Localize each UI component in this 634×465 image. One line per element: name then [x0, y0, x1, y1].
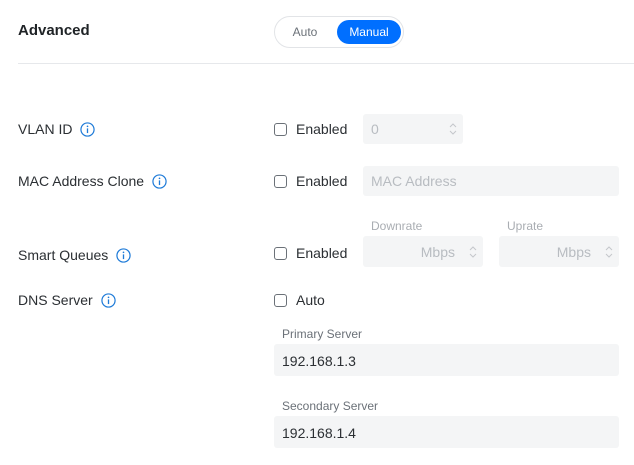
- uprate-input[interactable]: Mbps: [499, 236, 619, 267]
- mode-toggle: Auto Manual: [274, 16, 404, 48]
- mode-auto-button[interactable]: Auto: [279, 20, 331, 44]
- smart-queues-label: Smart Queues: [18, 247, 131, 263]
- header-divider: [18, 63, 634, 64]
- downrate-label: Downrate: [371, 219, 423, 233]
- spinner-arrows-icon[interactable]: [469, 245, 477, 259]
- info-circle-icon[interactable]: [116, 247, 131, 263]
- uprate-unit: Mbps: [556, 244, 591, 260]
- smart-queues-enabled-checkbox[interactable]: [274, 246, 287, 260]
- mode-manual-button[interactable]: Manual: [337, 20, 401, 44]
- dns-server-label-text: DNS Server: [18, 292, 93, 308]
- mac-enabled-row: Enabled: [274, 173, 347, 189]
- primary-server-value: 192.168.1.3: [282, 353, 356, 369]
- vlan-id-input[interactable]: 0: [363, 114, 463, 144]
- secondary-server-input[interactable]: 192.168.1.4: [274, 416, 619, 448]
- dns-auto-label: Auto: [296, 292, 325, 308]
- section-title: Advanced: [18, 22, 90, 39]
- dns-server-label: DNS Server: [18, 292, 116, 308]
- spinner-arrows-icon[interactable]: [605, 245, 613, 259]
- vlan-label-text: VLAN ID: [18, 121, 73, 137]
- secondary-server-label: Secondary Server: [282, 399, 379, 413]
- spinner-arrows-icon[interactable]: [449, 122, 457, 136]
- vlan-id-placeholder: 0: [371, 121, 379, 137]
- info-circle-icon[interactable]: [152, 173, 167, 189]
- info-circle-icon[interactable]: [80, 121, 96, 137]
- smart-queues-enabled-label: Enabled: [296, 245, 348, 261]
- mac-label-text: MAC Address Clone: [18, 173, 145, 189]
- uprate-label: Uprate: [507, 219, 544, 233]
- mac-label: MAC Address Clone: [18, 173, 167, 189]
- vlan-enabled-row: Enabled: [274, 121, 347, 137]
- smart-queues-label-text: Smart Queues: [18, 247, 109, 263]
- mac-enabled-label: Enabled: [296, 173, 348, 189]
- vlan-enabled-label: Enabled: [296, 121, 348, 137]
- vlan-enabled-checkbox[interactable]: [274, 122, 287, 136]
- primary-server-input[interactable]: 192.168.1.3: [274, 344, 619, 376]
- info-circle-icon[interactable]: [101, 292, 116, 308]
- dns-auto-checkbox[interactable]: [274, 293, 287, 307]
- secondary-server-value: 192.168.1.4: [282, 425, 356, 441]
- downrate-unit: Mbps: [420, 244, 455, 260]
- downrate-input[interactable]: Mbps: [363, 236, 483, 267]
- vlan-label: VLAN ID: [18, 121, 96, 137]
- mac-address-placeholder: MAC Address: [371, 173, 457, 189]
- dns-auto-row: Auto: [274, 292, 325, 308]
- mac-address-input[interactable]: MAC Address: [363, 166, 619, 196]
- primary-server-label: Primary Server: [282, 327, 363, 341]
- mac-enabled-checkbox[interactable]: [274, 174, 287, 188]
- smart-queues-enabled-row: Enabled: [274, 245, 347, 261]
